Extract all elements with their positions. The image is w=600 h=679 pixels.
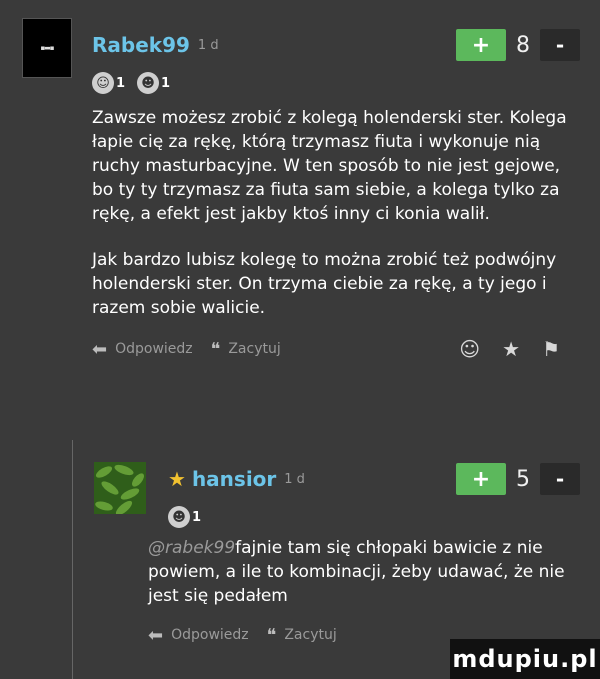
reaction-count: 1 — [161, 75, 171, 91]
reaction[interactable]: ☻ 1 — [137, 72, 170, 94]
favorite-star-icon[interactable]: ★ — [502, 337, 520, 361]
comment: ★ hansior 1 d + 5 - ☻ 1 @rabek99fajnie t… — [148, 462, 580, 650]
downvote-button[interactable]: - — [540, 463, 580, 495]
reaction-count: 1 — [116, 75, 126, 91]
quote-button[interactable]: ❝ Zacytuj — [211, 339, 281, 360]
reply-label: Odpowiedz — [171, 627, 249, 643]
username[interactable]: hansior — [192, 467, 276, 491]
timestamp: 1 d — [284, 471, 305, 487]
quote-label: Zacytuj — [228, 341, 281, 357]
vote-controls: + 8 - — [456, 29, 580, 61]
comment-tools: ☺ ★ ⚑ — [459, 337, 560, 361]
reaction[interactable]: ☻ 1 — [168, 506, 201, 528]
reply-button[interactable]: ⬅ Odpowiedz — [148, 625, 249, 646]
avatar-image: ▪▬▪ — [40, 44, 54, 52]
watermark-logo: mdupiu.pl — [450, 639, 600, 679]
comment-body: Zawsze możesz zrobić z kolegą holendersk… — [92, 106, 580, 320]
downvote-button[interactable]: - — [540, 29, 580, 61]
avatar[interactable]: ▪▬▪ — [22, 18, 72, 78]
quote-icon: ❝ — [210, 338, 221, 360]
upvote-button[interactable]: + — [456, 463, 506, 495]
reply-button[interactable]: ⬅ Odpowiedz — [92, 339, 193, 360]
reaction[interactable]: ☺ 1 — [92, 72, 125, 94]
vote-score: 8 — [516, 32, 530, 58]
thread-line — [72, 440, 73, 679]
reaction-emoji-icon: ☻ — [168, 506, 190, 528]
vote-controls: + 5 - — [456, 463, 580, 495]
reaction-count: 1 — [192, 509, 202, 525]
mention-link[interactable]: @rabek99 — [148, 538, 235, 558]
reply-icon: ⬅ — [92, 338, 108, 360]
comment-header: ★ hansior 1 d + 5 - — [168, 462, 580, 496]
comment-paragraph: @rabek99fajnie tam się chłopaki bawicie … — [148, 536, 580, 608]
comment-paragraph: Jak bardzo lubisz kolegę to można zrobić… — [92, 250, 557, 318]
comment-paragraph: Zawsze możesz zrobić z kolegą holendersk… — [92, 108, 567, 224]
reply-label: Odpowiedz — [115, 341, 193, 357]
vote-score: 5 — [516, 466, 530, 492]
comment-header: Rabek99 1 d + 8 - — [92, 28, 580, 62]
report-flag-icon[interactable]: ⚑ — [542, 337, 560, 361]
avatar-image — [94, 462, 146, 514]
reaction-emoji-icon: ☻ — [137, 72, 160, 94]
comment-actions: ⬅ Odpowiedz ❝ Zacytuj ☺ ★ ⚑ — [92, 334, 580, 364]
quote-label: Zacytuj — [284, 627, 337, 643]
quote-button[interactable]: ❝ Zacytuj — [267, 625, 337, 646]
comment-body: @rabek99fajnie tam się chłopaki bawicie … — [148, 536, 580, 608]
comment: Rabek99 1 d + 8 - ☺ 1 ☻ 1 Zawsze możesz … — [92, 28, 580, 364]
timestamp: 1 d — [197, 37, 219, 53]
reply-icon: ⬅ — [148, 624, 164, 646]
reaction-emoji-icon: ☺ — [92, 72, 114, 94]
avatar[interactable] — [94, 462, 146, 514]
reactions: ☺ 1 ☻ 1 — [92, 68, 580, 98]
upvote-button[interactable]: + — [456, 29, 506, 61]
quote-icon: ❝ — [266, 624, 277, 646]
username[interactable]: Rabek99 — [92, 33, 190, 57]
reactions: ☻ 1 — [168, 502, 580, 532]
add-reaction-icon[interactable]: ☺ — [459, 337, 480, 361]
star-icon: ★ — [168, 467, 186, 491]
